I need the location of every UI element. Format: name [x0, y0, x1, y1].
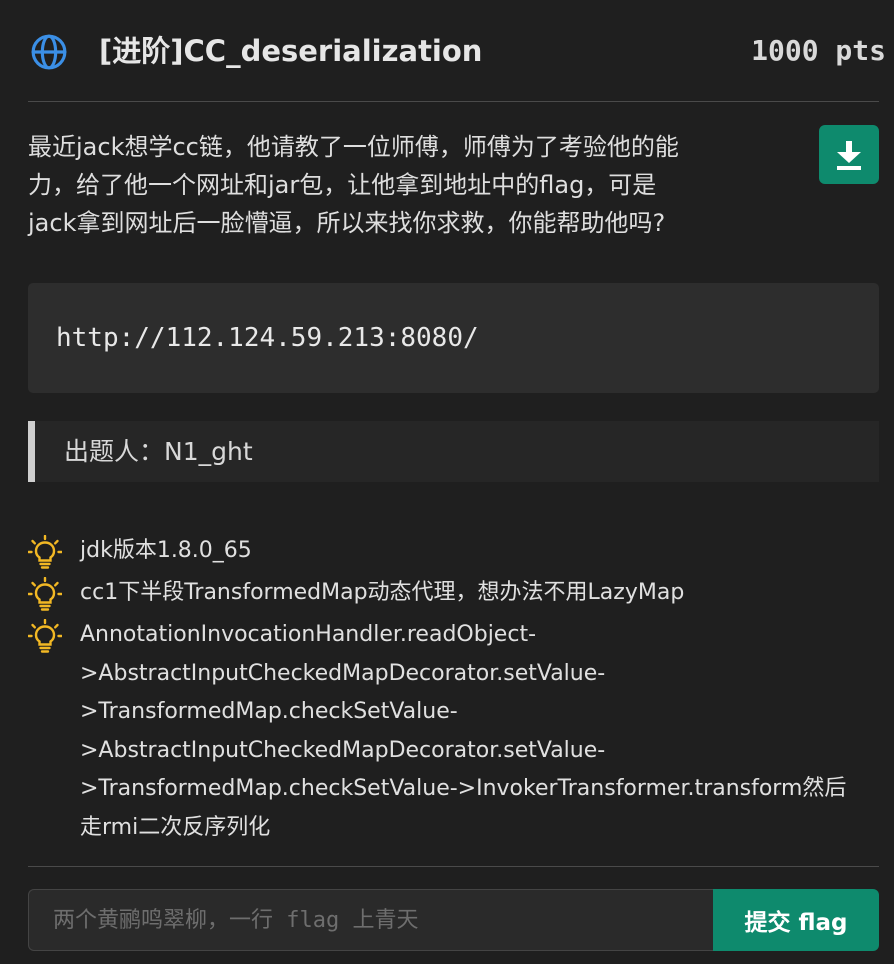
- lightbulb-icon: [28, 535, 62, 569]
- globe-icon: [31, 34, 67, 70]
- submit-flag-button[interactable]: 提交 flag: [713, 889, 879, 951]
- challenge-url[interactable]: http://112.124.59.213:8080/: [56, 319, 479, 357]
- challenge-header: [进阶]CC_deserialization 1000 pts: [0, 0, 894, 102]
- hint-line: >AbstractInputCheckedMapDecorator.setVal…: [80, 737, 606, 763]
- description-line: 力，给了他一个网址和jar包，让他拿到地址中的flag，可是: [28, 171, 657, 199]
- challenge-url-block: http://112.124.59.213:8080/: [28, 283, 879, 393]
- header-divider: [28, 101, 879, 102]
- lightbulb-icon: [28, 577, 62, 611]
- challenge-author: 出题人：N1_ght: [64, 437, 253, 466]
- description-line: jack拿到网址后一脸懵逼，所以来找你求救，你能帮助他吗?: [28, 209, 666, 237]
- challenge-description: 最近jack想学cc链，他请教了一位师傅，师傅为了考验他的能 力，给了他一个网址…: [28, 128, 798, 242]
- hint-line: 走rmi二次反序列化: [80, 814, 271, 840]
- description-line: 最近jack想学cc链，他请教了一位师傅，师傅为了考验他的能: [28, 133, 679, 161]
- challenge-title: [进阶]CC_deserialization: [99, 34, 483, 68]
- hint-line: >TransformedMap.checkSetValue-: [80, 699, 458, 724]
- hint-line: AnnotationInvocationHandler.readObject-: [80, 622, 537, 647]
- blockquote-bar: [28, 421, 35, 482]
- hint-text: AnnotationInvocationHandler.readObject- …: [80, 616, 880, 847]
- download-icon: [837, 140, 861, 170]
- challenge-points: 1000 pts: [751, 34, 886, 67]
- hint-text: cc1下半段TransformedMap动态代理，想办法不用LazyMap: [80, 574, 880, 613]
- hint-line: >TransformedMap.checkSetValue->InvokerTr…: [80, 776, 847, 801]
- form-divider: [28, 866, 879, 867]
- author-blockquote: 出题人：N1_ght: [28, 421, 879, 482]
- hint-line: jdk版本1.8.0_65: [80, 538, 252, 563]
- hint-text: jdk版本1.8.0_65: [80, 532, 880, 571]
- flag-input[interactable]: [28, 889, 714, 951]
- lightbulb-icon: [28, 619, 62, 653]
- hint-line: cc1下半段TransformedMap动态代理，想办法不用LazyMap: [80, 580, 685, 605]
- hint-line: >AbstractInputCheckedMapDecorator.setVal…: [80, 660, 606, 686]
- download-attachment-button[interactable]: [819, 125, 879, 184]
